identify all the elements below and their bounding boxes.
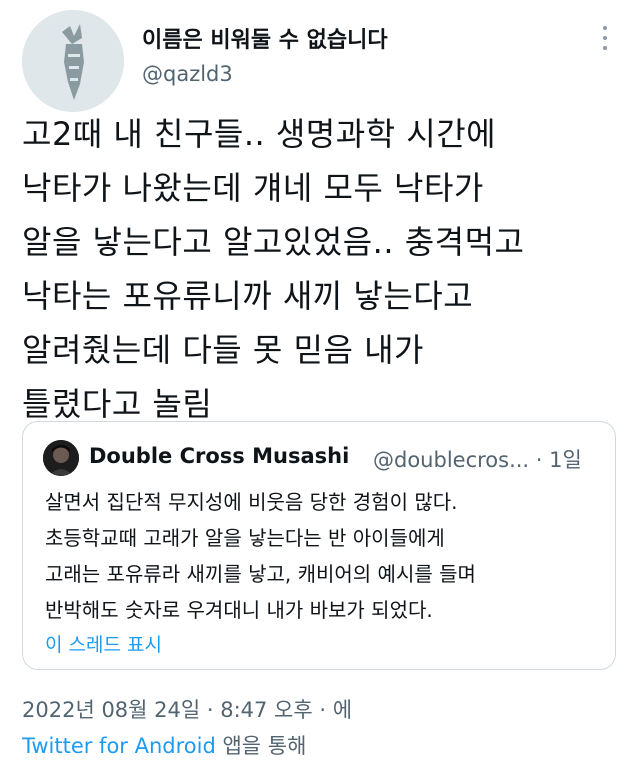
show-thread-link[interactable]: 이 스레드 표시 — [45, 630, 162, 657]
quoted-text-line: 초등학교때 고래가 알을 낳는다는 반 아이들에게 — [45, 526, 445, 550]
tweet-source-line: Twitter for Android 앱을 통해 — [22, 730, 306, 760]
quoted-display-name[interactable]: Double Cross Musashi — [89, 444, 349, 468]
tweet-text-line: 알을 낳는다고 알고있었음.. 충격먹고 — [22, 223, 525, 261]
tweet-text-line: 알려줬는데 다들 못 믿음 내가 — [22, 331, 424, 369]
user-handle[interactable]: @qazld3 — [142, 62, 233, 86]
quoted-text-line: 반박해도 숫자로 우겨대니 내가 바보가 되었다. — [45, 598, 433, 622]
quoted-handle-time[interactable]: @doublecros... · 1일 — [373, 444, 582, 474]
avatar-image — [22, 10, 124, 112]
more-vertical-icon[interactable] — [598, 26, 612, 50]
quoted-text-line: 살면서 집단적 무지성에 비웃음 당한 경험이 많다. — [45, 490, 458, 514]
tweet-text-line: 고2때 내 친구들.. 생명과학 시간에 — [22, 115, 497, 153]
source-link[interactable]: Twitter for Android — [22, 734, 216, 758]
tweet-text-line: 낙타는 포유류니까 새끼 낳는다고 — [22, 277, 474, 315]
tweet-text-line: 낙타가 나왔는데 걔네 모두 낙타가 — [22, 169, 484, 207]
quoted-text-line: 고래는 포유류라 새끼를 낳고, 캐비어의 예시를 들며 — [45, 562, 476, 586]
quoted-tweet[interactable]: Double Cross Musashi @doublecros... · 1일… — [22, 421, 616, 670]
source-suffix: 앱을 통해 — [215, 734, 307, 758]
quoted-avatar[interactable] — [43, 440, 79, 476]
quoted-avatar-image — [43, 440, 79, 476]
quoted-text: 살면서 집단적 무지성에 비웃음 당한 경험이 많다. 초등학교때 고래가 알을… — [45, 484, 605, 628]
avatar[interactable] — [22, 10, 124, 112]
tweet-timestamp[interactable]: 2022년 08월 24일 · 8:47 오후 · 에 — [22, 694, 352, 724]
tweet-text: 고2때 내 친구들.. 생명과학 시간에 낙타가 나왔는데 걔네 모두 낙타가 … — [22, 107, 622, 431]
display-name[interactable]: 이름은 비워둘 수 없습니다 — [142, 22, 388, 54]
